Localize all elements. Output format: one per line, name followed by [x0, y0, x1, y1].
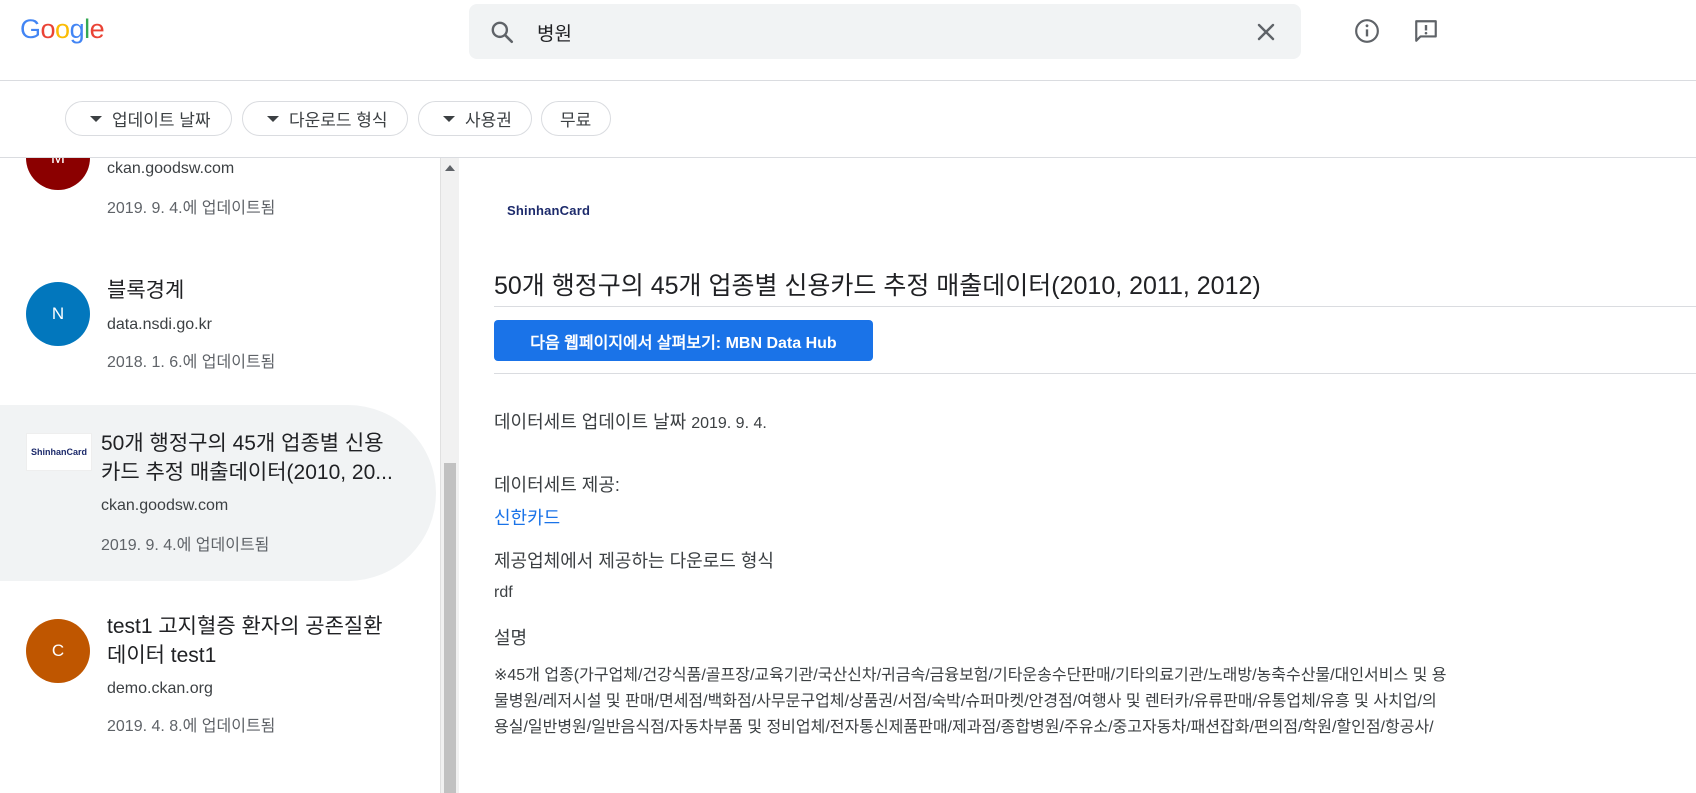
search-icon[interactable]: [489, 19, 515, 45]
logo-letter: o: [55, 14, 70, 44]
title-line: test1 고지혈증 환자의 공존질환: [107, 615, 383, 638]
description-text: ※45개 업종(가구업체/건강식품/골프장/교육기관/국산신차/귀금속/금융보험…: [494, 663, 1696, 741]
result-item[interactable]: N 블록경계 data.nsdi.go.kr 2018. 1. 6.에 업데이트…: [0, 258, 436, 398]
avatar: M: [26, 158, 90, 190]
updated-value: 2019. 9. 4.: [691, 415, 767, 432]
divider: [494, 373, 1696, 374]
description-line: ※45개 업종(가구업체/건강식품/골프장/교육기관/국산신차/귀금속/금융보험…: [494, 667, 1447, 684]
result-domain: data.nsdi.go.kr: [107, 316, 212, 333]
result-date: 2019. 9. 4.에 업데이트됨: [107, 200, 276, 217]
feedback-icon[interactable]: [1413, 18, 1439, 44]
logo-letter: G: [20, 14, 41, 44]
result-domain: ckan.goodsw.com: [107, 160, 235, 177]
result-item-selected[interactable]: ShinhanCard 50개 행정구의 45개 업종별 신용 카드 추정 매출…: [0, 405, 436, 581]
chip-label: 업데이트 날짜: [112, 111, 211, 130]
provider-link[interactable]: 신한카드: [494, 504, 560, 530]
dropdown-arrow-icon: [267, 115, 279, 122]
result-item[interactable]: M ckan.goodsw.com 2019. 9. 4.에 업데이트됨: [0, 158, 436, 248]
dataset-updated: 데이터세트 업데이트 날짜 2019. 9. 4.: [494, 408, 767, 434]
dropdown-arrow-icon: [90, 115, 102, 122]
avatar: N: [26, 282, 90, 346]
dropdown-arrow-icon: [443, 115, 455, 122]
search-input[interactable]: [535, 13, 1219, 51]
logo-letter: g: [69, 14, 85, 44]
result-date: 2018. 1. 6.에 업데이트됨: [107, 354, 276, 371]
result-domain: ckan.goodsw.com: [101, 497, 229, 514]
filter-download-format[interactable]: 다운로드 형식: [242, 101, 408, 136]
description-line: 물병원/레저시설 및 판매/면세점/백화점/사무문구업체/상품권/서점/숙박/슈…: [494, 693, 1437, 710]
title-line: 데이터 test1: [107, 644, 217, 667]
updated-label: 데이터세트 업데이트 날짜: [494, 412, 687, 432]
formats-value: rdf: [494, 584, 513, 601]
filter-update-date[interactable]: 업데이트 날짜: [65, 101, 232, 136]
scroll-up-arrow-icon[interactable]: [445, 165, 455, 171]
shinhancard-logo-text: ShinhanCard: [30, 447, 87, 457]
results-list: M ckan.goodsw.com 2019. 9. 4.에 업데이트됨 N 블…: [0, 158, 440, 793]
results-scrollbar[interactable]: [440, 158, 459, 793]
description-label: 설명: [494, 628, 528, 648]
dataset-detail-panel: ShinhanCard 50개 행정구의 45개 업종별 신용카드 추정 매출데…: [459, 158, 1696, 793]
result-date: 2019. 4. 8.에 업데이트됨: [107, 718, 276, 735]
divider: [494, 306, 1696, 307]
explore-webpage-button[interactable]: 다음 웹페이지에서 살펴보기: MBN Data Hub: [494, 320, 873, 361]
logo-letter: e: [89, 14, 105, 44]
scrollbar-thumb[interactable]: [444, 463, 456, 793]
search-bar: [469, 4, 1301, 59]
dataset-title: 50개 행정구의 45개 업종별 신용카드 추정 매출데이터(2010, 201…: [494, 272, 1261, 300]
result-thumbnail: ShinhanCard: [26, 433, 92, 471]
filter-license[interactable]: 사용권: [418, 101, 532, 136]
close-icon[interactable]: [1254, 20, 1278, 44]
logo-letter: o: [40, 14, 56, 44]
avatar: C: [26, 619, 90, 683]
logo-text: ShinhanCard: [507, 203, 591, 218]
result-title: 블록경계: [107, 279, 185, 302]
result-title: test1 고지혈증 환자의 공존질환 데이터 test1: [107, 612, 427, 670]
result-date: 2019. 9. 4.에 업데이트됨: [101, 537, 270, 554]
info-icon[interactable]: [1354, 18, 1380, 44]
chip-label: 사용권: [465, 111, 512, 130]
title-line: 50개 행정구의 45개 업종별 신용: [101, 432, 384, 455]
chip-label: 무료: [560, 111, 592, 130]
chip-label: 다운로드 형식: [289, 111, 388, 130]
provider-label: 데이터세트 제공:: [494, 475, 620, 495]
result-item[interactable]: C test1 고지혈증 환자의 공존질환 데이터 test1 demo.cka…: [0, 598, 436, 793]
top-bar: Google: [0, 0, 1696, 81]
result-title: 50개 행정구의 45개 업종별 신용 카드 추정 매출데이터(2010, 20…: [101, 429, 421, 487]
title-line: 카드 추정 매출데이터(2010, 20...: [101, 461, 393, 484]
result-domain: demo.ckan.org: [107, 680, 213, 697]
description-line: 용실/일반병원/일반음식점/자동차부품 및 정비업체/전자통신제품판매/제과점/…: [494, 719, 1434, 736]
filter-bar: 업데이트 날짜 다운로드 형식 사용권 무료: [0, 81, 1696, 158]
google-logo[interactable]: Google: [20, 14, 105, 45]
formats-label: 제공업체에서 제공하는 다운로드 형식: [494, 551, 774, 571]
shinhancard-logo: ShinhanCard: [507, 202, 590, 220]
filter-free[interactable]: 무료: [541, 101, 611, 136]
